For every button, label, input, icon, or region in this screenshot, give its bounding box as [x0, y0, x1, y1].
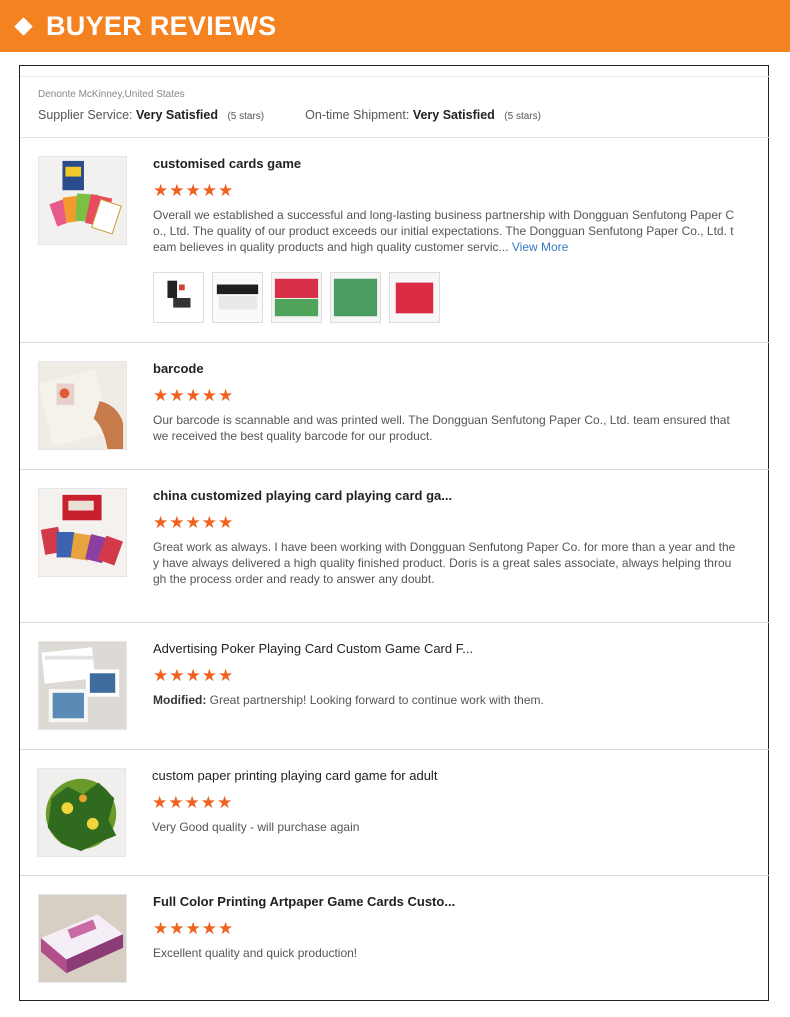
reviewer-name: Denonte McKinney,United States — [38, 89, 185, 100]
review-text: Overall we established a successful and … — [153, 207, 737, 255]
review-photo[interactable] — [271, 272, 322, 323]
modified-label: Modified: — [153, 693, 207, 707]
shipment-stars: (5 stars) — [504, 111, 541, 122]
product-thumbnail[interactable] — [38, 156, 127, 245]
product-title[interactable]: barcode — [153, 361, 204, 376]
review-photo-gallery — [153, 272, 440, 323]
product-title[interactable]: Full Color Printing Artpaper Game Cards … — [153, 894, 455, 909]
review-text: Excellent quality and quick production! — [153, 946, 358, 960]
product-thumbnail[interactable] — [38, 894, 127, 983]
review-body: Great partnership! Looking forward to co… — [209, 693, 544, 707]
review-text: Modified: Great partnership! Looking for… — [153, 692, 737, 708]
review-item: china customized playing card playing ca… — [20, 470, 770, 623]
product-title[interactable]: custom paper printing playing card game … — [152, 768, 437, 783]
supplier-service-value: Very Satisfied — [135, 108, 218, 122]
product-title[interactable]: Advertising Poker Playing Card Custom Ga… — [153, 641, 473, 656]
star-rating: ★★★★★ — [153, 181, 235, 200]
review-item: customised cards game ★★★★★ Overall we e… — [20, 138, 770, 343]
diamond-icon — [14, 16, 33, 36]
star-rating: ★★★★★ — [152, 793, 234, 812]
review-text: Our barcode is scannable and was printed… — [153, 413, 730, 443]
banner-title: BUYER REVIEWS — [46, 10, 277, 41]
review-text: Great work as always. I have been workin… — [153, 540, 736, 586]
supplier-service-stars: (5 stars) — [227, 111, 265, 122]
shipment-value: Very Satisfied — [412, 108, 495, 122]
star-rating: ★★★★★ — [153, 513, 235, 532]
product-thumbnail[interactable] — [37, 768, 126, 857]
review-photo[interactable] — [330, 272, 381, 323]
review-body: Overall we established a successful and … — [153, 208, 735, 254]
review-item: Advertising Poker Playing Card Custom Ga… — [20, 623, 770, 750]
star-rating: ★★★★★ — [153, 666, 235, 685]
buyer-reviews-banner: BUYER REVIEWS — [0, 0, 790, 52]
review-item: Full Color Printing Artpaper Game Cards … — [20, 876, 770, 1000]
review-photo[interactable] — [389, 272, 440, 323]
service-ratings: Supplier Service: Very Satisfied (5 star… — [38, 108, 541, 122]
reviewer-summary: Denonte McKinney,United States Supplier … — [20, 76, 770, 138]
shipment-label: On-time Shipment: — [305, 108, 410, 122]
product-thumbnail[interactable] — [38, 361, 127, 450]
star-rating: ★★★★★ — [153, 919, 235, 938]
view-more-link[interactable]: View More — [512, 240, 568, 254]
product-thumbnail[interactable] — [38, 641, 127, 730]
reviews-panel: Denonte McKinney,United States Supplier … — [19, 65, 770, 1001]
review-item: custom paper printing playing card game … — [20, 750, 770, 876]
review-photo[interactable] — [153, 272, 204, 323]
product-title[interactable]: customised cards game — [153, 156, 301, 171]
review-photo[interactable] — [212, 272, 263, 323]
product-title[interactable]: china customized playing card playing ca… — [153, 488, 452, 503]
supplier-service-label: Supplier Service: — [38, 108, 133, 122]
product-thumbnail[interactable] — [38, 488, 127, 577]
star-rating: ★★★★★ — [153, 386, 235, 405]
review-item: barcode ★★★★★ Our barcode is scannable a… — [20, 343, 770, 470]
review-text: Very Good quality - will purchase again — [152, 820, 360, 834]
